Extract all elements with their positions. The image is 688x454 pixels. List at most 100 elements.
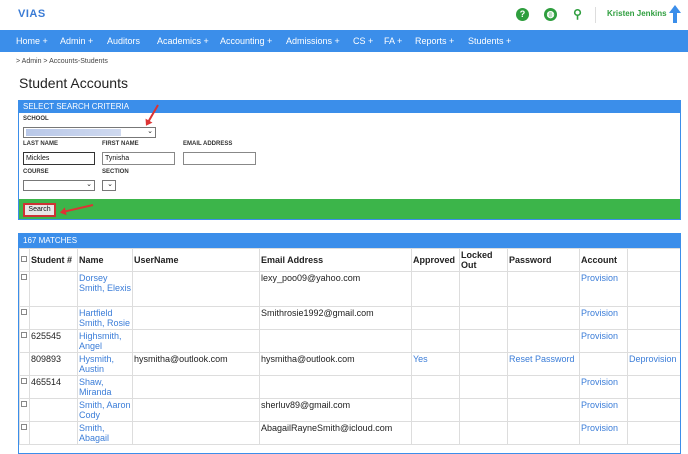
cell-approved	[411, 306, 460, 330]
reset-password-link[interactable]: Reset Password	[507, 352, 580, 376]
last-name-label: LAST NAME	[23, 141, 58, 147]
provision-link[interactable]: Provision	[579, 398, 628, 422]
help-icon[interactable]: ?	[516, 8, 529, 21]
cell-account[interactable]	[579, 352, 628, 376]
section-select[interactable]: ⌄	[102, 180, 116, 191]
search-icon[interactable]: ⚲	[571, 8, 584, 21]
last-name-input[interactable]: Mickles	[23, 152, 95, 165]
nav-reports[interactable]: Reports +	[415, 36, 454, 46]
cell-email: Smithrosie1992@gmail.com	[259, 306, 412, 330]
cell-approved	[411, 329, 460, 353]
upload-icon[interactable]	[669, 5, 681, 23]
cell-password[interactable]	[507, 375, 580, 399]
cell-extra[interactable]	[627, 421, 680, 445]
cell-extra[interactable]	[627, 306, 680, 330]
cell-password[interactable]	[507, 271, 580, 307]
row-checkbox[interactable]	[19, 271, 30, 307]
first-name-label: FIRST NAME	[102, 141, 139, 147]
col-student-no: Student #	[29, 248, 78, 272]
nav-home[interactable]: Home +	[16, 36, 48, 46]
cell-name-link[interactable]: Highsmith, Angel	[77, 329, 133, 353]
cell-username	[132, 398, 260, 422]
row-checkbox[interactable]	[19, 329, 30, 353]
cell-locked-out	[459, 271, 508, 307]
cell-name-link[interactable]: Shaw, Miranda	[77, 375, 133, 399]
nav-cs[interactable]: CS +	[353, 36, 373, 46]
cell-username	[132, 271, 260, 307]
search-button[interactable]: Search	[23, 203, 56, 217]
cell-email: sherluv89@gmail.com	[259, 398, 412, 422]
row-checkbox[interactable]	[19, 306, 30, 330]
school-label: SCHOOL	[23, 116, 49, 122]
cell-username	[132, 421, 260, 445]
table-row: Dorsey Smith, Elexis lexy_poo09@yahoo.co…	[19, 271, 680, 307]
cell-approved	[411, 271, 460, 307]
cell-student-no: 465514	[29, 375, 78, 399]
cell-password[interactable]	[507, 398, 580, 422]
provision-link[interactable]: Provision	[579, 306, 628, 330]
nav-students[interactable]: Students +	[468, 36, 511, 46]
nav-fa[interactable]: FA +	[384, 36, 402, 46]
main-nav: Home + Admin + Auditors Academics + Acco…	[0, 30, 688, 52]
col-approved: Approved	[411, 248, 460, 272]
nav-admin[interactable]: Admin +	[60, 36, 93, 46]
cell-name-link[interactable]: Hysmith, Austin	[77, 352, 133, 376]
globe-icon[interactable]: ◍	[544, 8, 557, 21]
cell-name-link[interactable]: Hartfield Smith, Rosie	[77, 306, 133, 330]
user-name-link[interactable]: Kristen Jenkins	[607, 9, 667, 18]
cell-extra[interactable]	[627, 398, 680, 422]
cell-extra[interactable]	[627, 271, 680, 307]
row-checkbox[interactable]	[19, 398, 30, 422]
provision-link[interactable]: Provision	[579, 421, 628, 445]
cell-password[interactable]	[507, 306, 580, 330]
nav-admissions[interactable]: Admissions +	[286, 36, 340, 46]
select-all-checkbox[interactable]	[19, 248, 30, 272]
results-panel: 167 MATCHES Student # Name UserName Emai…	[18, 233, 681, 454]
table-header-row: Student # Name UserName Email Address Ap…	[19, 248, 680, 272]
cell-username: hysmitha@outlook.com	[132, 352, 260, 376]
cell-locked-out	[459, 421, 508, 445]
cell-password[interactable]	[507, 421, 580, 445]
cell-locked-out	[459, 352, 508, 376]
cell-locked-out	[459, 375, 508, 399]
course-label: COURSE	[23, 169, 49, 175]
app-logo[interactable]: VIAS	[18, 8, 46, 20]
provision-link[interactable]: Provision	[579, 375, 628, 399]
cell-approved	[411, 398, 460, 422]
cell-password[interactable]	[507, 329, 580, 353]
cell-email	[259, 375, 412, 399]
col-locked-out: Locked Out	[459, 248, 508, 272]
results-table: Student # Name UserName Email Address Ap…	[19, 248, 680, 445]
provision-link[interactable]: Provision	[579, 271, 628, 307]
cell-username	[132, 375, 260, 399]
row-checkbox[interactable]	[19, 421, 30, 445]
section-label: SECTION	[102, 169, 129, 175]
cell-extra[interactable]	[627, 329, 680, 353]
cell-student-no: 809893	[29, 352, 78, 376]
school-select[interactable]: ⌄	[23, 127, 156, 138]
deprovision-link[interactable]: Deprovision	[627, 352, 680, 376]
row-checkbox[interactable]	[19, 375, 30, 399]
col-account: Account	[579, 248, 628, 272]
provision-link[interactable]: Provision	[579, 329, 628, 353]
nav-auditors[interactable]: Auditors	[107, 36, 140, 46]
cell-student-no: 625545	[29, 329, 78, 353]
breadcrumb[interactable]: > Admin > Accounts-Students	[16, 58, 108, 65]
school-select-value	[26, 129, 121, 136]
cell-name-link[interactable]: Smith, Abagail	[77, 421, 133, 445]
chevron-down-icon: ⌄	[147, 128, 153, 135]
cell-name-link[interactable]: Smith, Aaron Cody	[77, 398, 133, 422]
email-input[interactable]	[183, 152, 256, 165]
col-extra	[627, 248, 680, 272]
course-select[interactable]: ⌄	[23, 180, 95, 191]
cell-extra[interactable]	[627, 375, 680, 399]
cell-approved[interactable]: Yes	[411, 352, 460, 376]
first-name-input[interactable]: Tynisha	[102, 152, 175, 165]
nav-accounting[interactable]: Accounting +	[220, 36, 272, 46]
top-bar: VIAS ? ◍ ⚲ Kristen Jenkins	[0, 0, 688, 30]
nav-academics[interactable]: Academics +	[157, 36, 209, 46]
cell-email: AbagailRayneSmith@icloud.com	[259, 421, 412, 445]
table-row: Smith, Aaron Cody sherluv89@gmail.com Pr…	[19, 398, 680, 422]
cell-approved	[411, 421, 460, 445]
cell-name-link[interactable]: Dorsey Smith, Elexis	[77, 271, 133, 307]
